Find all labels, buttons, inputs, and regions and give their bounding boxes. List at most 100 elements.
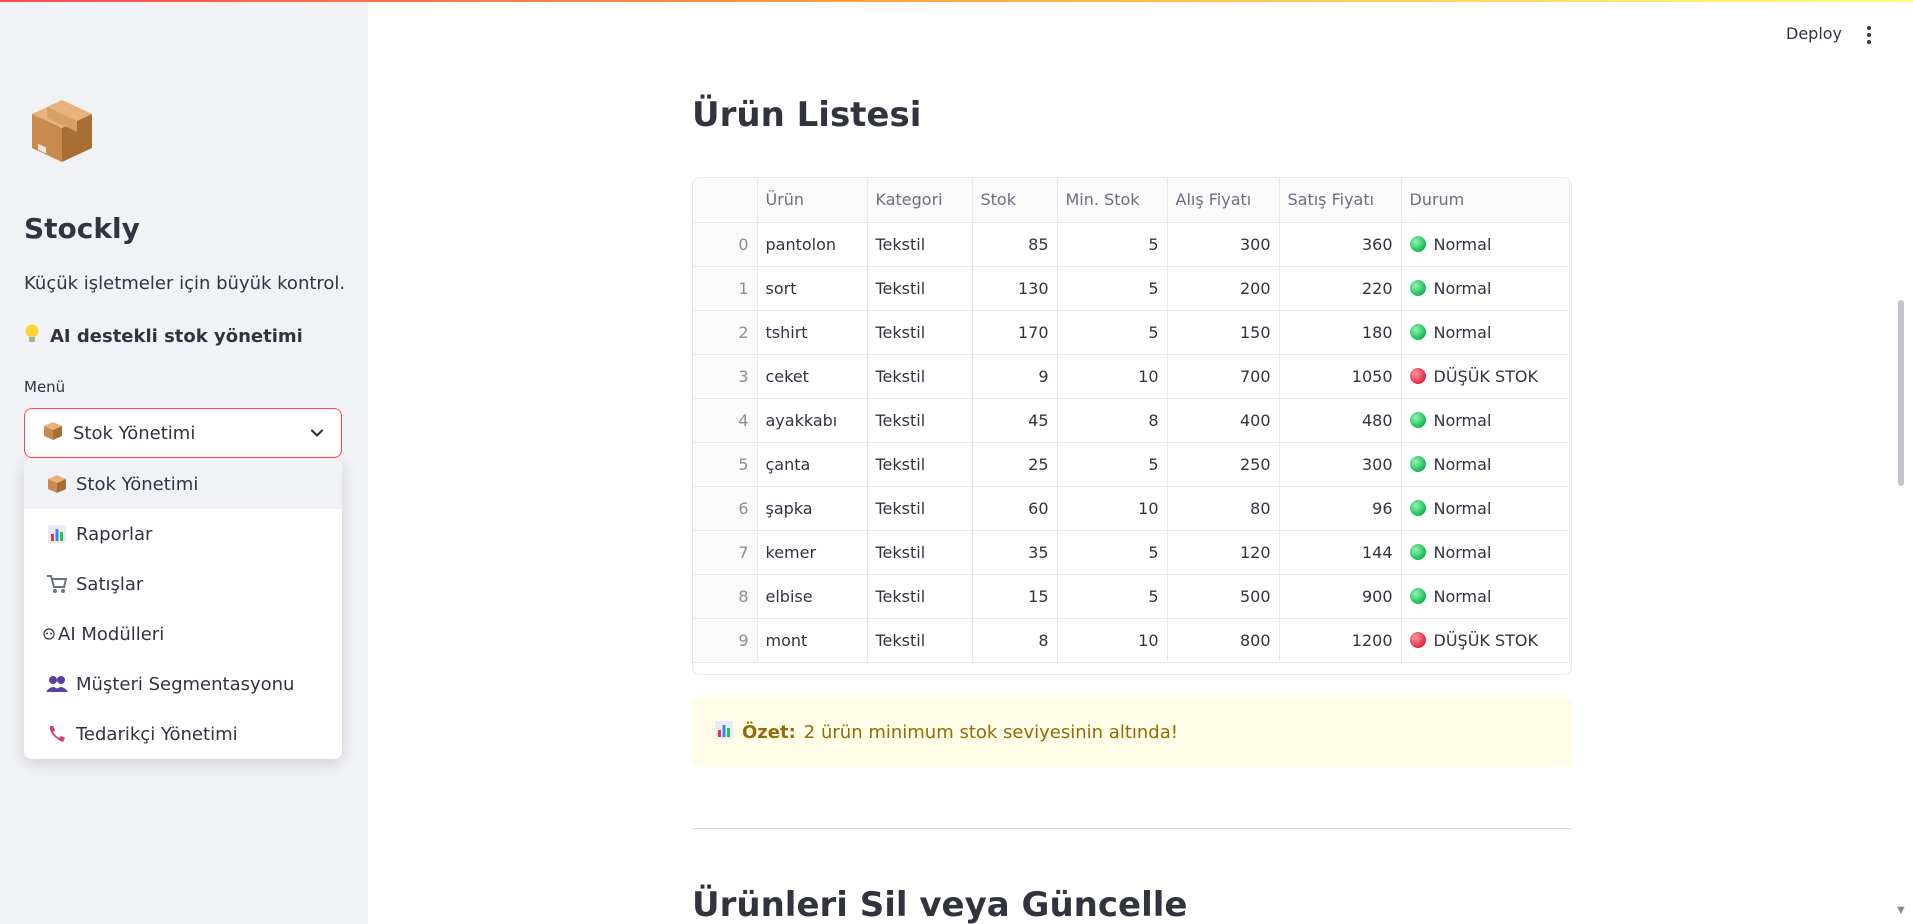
table-cell-min[interactable]: 5	[1057, 266, 1168, 311]
table-cell-satis[interactable]: 360	[1279, 222, 1402, 267]
table-cell-idx[interactable]: 6	[693, 486, 758, 531]
table-cell-alis[interactable]: 150	[1167, 310, 1280, 355]
table-cell-urun[interactable]: kemer	[757, 530, 868, 575]
table-row[interactable]: 0 pantolon Tekstil 85 5 300 360 Normal	[693, 222, 1570, 267]
table-cell-satis[interactable]: 220	[1279, 266, 1402, 311]
table-cell-durum[interactable]: Normal	[1401, 574, 1570, 619]
table-cell-idx[interactable]: 7	[693, 530, 758, 575]
table-cell-stok[interactable]: 170	[972, 310, 1058, 355]
table-cell-kategori[interactable]: Tekstil	[867, 354, 973, 399]
table-cell-urun[interactable]: sort	[757, 266, 868, 311]
table-cell-urun[interactable]: elbise	[757, 574, 868, 619]
menu-option-satislar[interactable]: Satışlar	[24, 559, 342, 609]
table-cell-durum[interactable]: Normal	[1401, 398, 1570, 443]
table-cell-min[interactable]: 10	[1057, 618, 1168, 663]
column-header-index[interactable]	[693, 178, 758, 223]
table-cell-urun[interactable]: şapka	[757, 486, 868, 531]
table-cell-alis[interactable]: 400	[1167, 398, 1280, 443]
table-cell-stok[interactable]: 35	[972, 530, 1058, 575]
column-header-satis-fiyati[interactable]: Satış Fiyatı	[1279, 178, 1402, 223]
column-header-min-stok[interactable]: Min. Stok	[1057, 178, 1168, 223]
table-cell-urun[interactable]: pantolon	[757, 222, 868, 267]
table-cell-stok[interactable]: 8	[972, 618, 1058, 663]
table-cell-min[interactable]: 5	[1057, 442, 1168, 487]
deploy-button[interactable]: Deploy	[1786, 24, 1842, 43]
table-row[interactable]: 4 ayakkabı Tekstil 45 8 400 480 Normal	[693, 398, 1570, 443]
table-row[interactable]: 3 ceket Tekstil 9 10 700 1050 DÜŞÜK STOK	[693, 354, 1570, 399]
table-cell-min[interactable]: 5	[1057, 222, 1168, 267]
table-row[interactable]: 5 çanta Tekstil 25 5 250 300 Normal	[693, 442, 1570, 487]
menu-option-stok-yonetimi[interactable]: Stok Yönetimi	[24, 459, 342, 509]
table-cell-urun[interactable]: ayakkabı	[757, 398, 868, 443]
table-cell-satis[interactable]: 180	[1279, 310, 1402, 355]
table-cell-idx[interactable]: 9	[693, 618, 758, 663]
table-cell-kategori[interactable]: Tekstil	[867, 266, 973, 311]
table-cell-idx[interactable]: 0	[693, 222, 758, 267]
table-row[interactable]: 1 sort Tekstil 130 5 200 220 Normal	[693, 266, 1570, 311]
table-cell-stok[interactable]: 85	[972, 222, 1058, 267]
table-cell-durum[interactable]: Normal	[1401, 310, 1570, 355]
table-cell-urun[interactable]: mont	[757, 618, 868, 663]
table-cell-stok[interactable]: 60	[972, 486, 1058, 531]
table-cell-idx[interactable]: 4	[693, 398, 758, 443]
table-cell-durum[interactable]: Normal	[1401, 530, 1570, 575]
table-cell-kategori[interactable]: Tekstil	[867, 310, 973, 355]
table-cell-idx[interactable]: 1	[693, 266, 758, 311]
table-row[interactable]: 6 şapka Tekstil 60 10 80 96 Normal	[693, 486, 1570, 531]
table-cell-stok[interactable]: 15	[972, 574, 1058, 619]
table-row[interactable]: 2 tshirt Tekstil 170 5 150 180 Normal	[693, 310, 1570, 355]
table-cell-alis[interactable]: 700	[1167, 354, 1280, 399]
table-cell-satis[interactable]: 1200	[1279, 618, 1402, 663]
table-cell-urun[interactable]: çanta	[757, 442, 868, 487]
table-cell-durum[interactable]: Normal	[1401, 442, 1570, 487]
menu-option-raporlar[interactable]: Raporlar	[24, 509, 342, 559]
scroll-down-arrow-icon[interactable]: ▼	[1897, 905, 1905, 916]
table-cell-kategori[interactable]: Tekstil	[867, 398, 973, 443]
table-row[interactable]: 9 mont Tekstil 8 10 800 1200 DÜŞÜK STOK	[693, 618, 1570, 663]
table-cell-kategori[interactable]: Tekstil	[867, 574, 973, 619]
table-cell-alis[interactable]: 250	[1167, 442, 1280, 487]
table-cell-min[interactable]: 5	[1057, 574, 1168, 619]
column-header-alis-fiyati[interactable]: Alış Fiyatı	[1167, 178, 1280, 223]
table-cell-idx[interactable]: 8	[693, 574, 758, 619]
table-cell-kategori[interactable]: Tekstil	[867, 530, 973, 575]
table-cell-alis[interactable]: 500	[1167, 574, 1280, 619]
product-table[interactable]: Ürün Kategori Stok Min. Stok Alış Fiyatı…	[692, 177, 1572, 675]
menu-select[interactable]: Stok Yönetimi	[24, 408, 342, 458]
table-cell-satis[interactable]: 900	[1279, 574, 1402, 619]
table-cell-min[interactable]: 10	[1057, 486, 1168, 531]
table-cell-stok[interactable]: 25	[972, 442, 1058, 487]
table-cell-idx[interactable]: 2	[693, 310, 758, 355]
table-cell-satis[interactable]: 1050	[1279, 354, 1402, 399]
table-cell-stok[interactable]: 45	[972, 398, 1058, 443]
table-cell-alis[interactable]: 200	[1167, 266, 1280, 311]
table-cell-idx[interactable]: 5	[693, 442, 758, 487]
table-row[interactable]: 8 elbise Tekstil 15 5 500 900 Normal	[693, 574, 1570, 619]
menu-option-ai-moduller[interactable]: AI Modülleri	[24, 609, 342, 659]
table-cell-kategori[interactable]: Tekstil	[867, 222, 973, 267]
table-cell-stok[interactable]: 9	[972, 354, 1058, 399]
table-row[interactable]: 7 kemer Tekstil 35 5 120 144 Normal	[693, 530, 1570, 575]
table-cell-durum[interactable]: Normal	[1401, 266, 1570, 311]
table-cell-durum[interactable]: DÜŞÜK STOK	[1401, 354, 1570, 399]
table-cell-min[interactable]: 8	[1057, 398, 1168, 443]
column-header-stok[interactable]: Stok	[972, 178, 1058, 223]
table-cell-satis[interactable]: 96	[1279, 486, 1402, 531]
table-cell-satis[interactable]: 144	[1279, 530, 1402, 575]
table-cell-urun[interactable]: tshirt	[757, 310, 868, 355]
menu-option-musteri-segmentasyonu[interactable]: Müşteri Segmentasyonu	[24, 659, 342, 709]
table-cell-min[interactable]: 10	[1057, 354, 1168, 399]
table-cell-kategori[interactable]: Tekstil	[867, 618, 973, 663]
table-cell-durum[interactable]: Normal	[1401, 222, 1570, 267]
table-cell-urun[interactable]: ceket	[757, 354, 868, 399]
table-cell-satis[interactable]: 300	[1279, 442, 1402, 487]
table-cell-min[interactable]: 5	[1057, 310, 1168, 355]
table-cell-durum[interactable]: Normal	[1401, 486, 1570, 531]
more-options-icon[interactable]	[1862, 24, 1876, 46]
table-cell-alis[interactable]: 120	[1167, 530, 1280, 575]
page-scrollbar[interactable]	[1898, 300, 1904, 486]
table-cell-alis[interactable]: 80	[1167, 486, 1280, 531]
table-cell-satis[interactable]: 480	[1279, 398, 1402, 443]
column-header-kategori[interactable]: Kategori	[867, 178, 973, 223]
table-cell-alis[interactable]: 800	[1167, 618, 1280, 663]
